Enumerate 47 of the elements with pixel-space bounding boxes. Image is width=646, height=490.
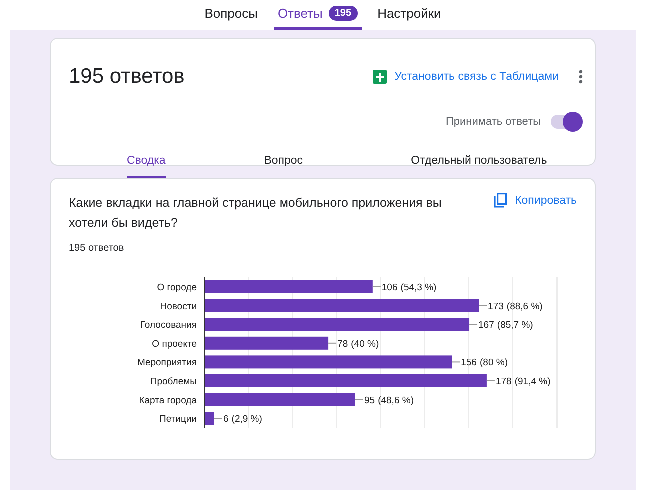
tab[interactable]: Отдельный пользователь <box>381 145 578 179</box>
count-badge: 195 <box>328 6 358 21</box>
category-label: Проблемы <box>150 376 197 388</box>
tab[interactable]: Вопросы <box>200 0 262 30</box>
category-label: О городе <box>157 282 197 294</box>
category-label: Новости <box>160 301 197 312</box>
tab[interactable]: Сводка <box>69 145 186 179</box>
value-label: 178 <box>496 376 512 388</box>
value-label: 95 <box>364 395 376 406</box>
percent-label: (91,4 %) <box>514 376 551 388</box>
tab[interactable]: Вопрос <box>186 145 382 179</box>
copy-icon <box>494 193 508 208</box>
value-label: 6 <box>224 414 229 426</box>
value-label: 106 <box>382 282 398 294</box>
response-count: 195 ответов <box>69 243 124 254</box>
percent-label: (85,7 %) <box>497 320 534 332</box>
leader-line <box>328 342 338 344</box>
leader-line <box>214 418 223 420</box>
category-label: Голосования <box>140 320 197 332</box>
percent-label: (2,9 %) <box>232 414 262 426</box>
leader-line <box>486 380 496 382</box>
value-label: 78 <box>338 338 348 350</box>
category-label: Петиции <box>159 414 197 426</box>
question-title: Какие вкладки на главной странице мобильного приложения вы хотели бы видеть? <box>69 195 443 232</box>
accept-responses-label: Принимать ответы <box>446 116 541 128</box>
more-options-icon[interactable] <box>579 70 583 84</box>
value-label: 173 <box>488 301 504 312</box>
percent-label: (40 %) <box>351 338 380 350</box>
leader-line <box>478 305 488 306</box>
leader-line <box>372 286 382 288</box>
leader-line <box>354 399 364 400</box>
copy-button[interactable]: Копировать <box>494 193 577 208</box>
value-label: 167 <box>478 320 494 332</box>
category-label: О проекте <box>152 338 197 350</box>
sheets-link[interactable]: Установить связь с Таблицами <box>372 70 559 84</box>
tab[interactable]: Настройки <box>374 0 446 30</box>
percent-label: (48,6 %) <box>378 395 414 406</box>
spreadsheet-icon <box>372 70 387 84</box>
value-label: 156 <box>461 358 477 369</box>
category-label: Карта города <box>139 395 197 406</box>
percent-label: (88,6 %) <box>506 301 543 312</box>
leader-line <box>469 324 478 326</box>
percent-label: (80 %) <box>480 358 508 369</box>
responses-title: 195 ответов <box>69 65 186 89</box>
category-label: Мероприятия <box>137 358 197 369</box>
percent-label: (54,3 %) <box>400 282 437 294</box>
leader-line <box>452 362 461 363</box>
